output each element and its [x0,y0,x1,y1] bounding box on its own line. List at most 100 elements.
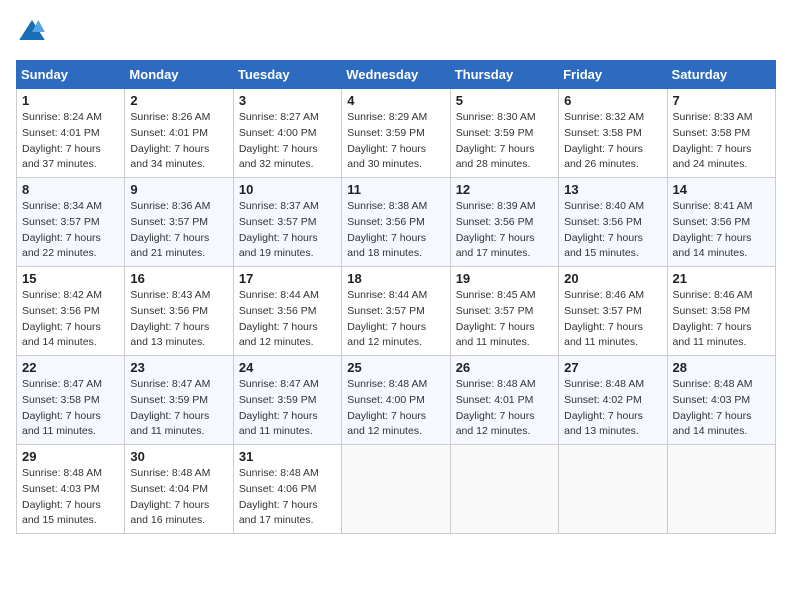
day-number: 18 [347,271,444,286]
calendar-cell: 24 Sunrise: 8:47 AM Sunset: 3:59 PM Dayl… [233,356,341,445]
day-detail: Sunrise: 8:44 AM Sunset: 3:56 PM Dayligh… [239,288,336,351]
day-detail: Sunrise: 8:47 AM Sunset: 3:59 PM Dayligh… [130,377,227,440]
day-number: 9 [130,182,227,197]
col-header-tuesday: Tuesday [233,61,341,89]
day-number: 11 [347,182,444,197]
day-detail: Sunrise: 8:41 AM Sunset: 3:56 PM Dayligh… [673,199,770,262]
day-detail: Sunrise: 8:24 AM Sunset: 4:01 PM Dayligh… [22,110,119,173]
col-header-sunday: Sunday [17,61,125,89]
calendar-week-row: 15 Sunrise: 8:42 AM Sunset: 3:56 PM Dayl… [17,267,776,356]
calendar-cell [559,445,667,534]
calendar-cell: 14 Sunrise: 8:41 AM Sunset: 3:56 PM Dayl… [667,178,775,267]
day-number: 20 [564,271,661,286]
day-detail: Sunrise: 8:48 AM Sunset: 4:04 PM Dayligh… [130,466,227,529]
calendar-cell: 19 Sunrise: 8:45 AM Sunset: 3:57 PM Dayl… [450,267,558,356]
day-number: 24 [239,360,336,375]
calendar-table: SundayMondayTuesdayWednesdayThursdayFrid… [16,60,776,534]
day-detail: Sunrise: 8:39 AM Sunset: 3:56 PM Dayligh… [456,199,553,262]
calendar-cell: 2 Sunrise: 8:26 AM Sunset: 4:01 PM Dayli… [125,89,233,178]
day-number: 14 [673,182,770,197]
day-detail: Sunrise: 8:48 AM Sunset: 4:01 PM Dayligh… [456,377,553,440]
day-number: 26 [456,360,553,375]
calendar-cell: 31 Sunrise: 8:48 AM Sunset: 4:06 PM Dayl… [233,445,341,534]
calendar-cell: 6 Sunrise: 8:32 AM Sunset: 3:58 PM Dayli… [559,89,667,178]
day-number: 2 [130,93,227,108]
day-detail: Sunrise: 8:47 AM Sunset: 3:58 PM Dayligh… [22,377,119,440]
day-number: 10 [239,182,336,197]
calendar-cell: 28 Sunrise: 8:48 AM Sunset: 4:03 PM Dayl… [667,356,775,445]
day-detail: Sunrise: 8:38 AM Sunset: 3:56 PM Dayligh… [347,199,444,262]
day-detail: Sunrise: 8:30 AM Sunset: 3:59 PM Dayligh… [456,110,553,173]
calendar-cell: 29 Sunrise: 8:48 AM Sunset: 4:03 PM Dayl… [17,445,125,534]
calendar-header-row: SundayMondayTuesdayWednesdayThursdayFrid… [17,61,776,89]
calendar-cell: 22 Sunrise: 8:47 AM Sunset: 3:58 PM Dayl… [17,356,125,445]
day-number: 12 [456,182,553,197]
day-number: 15 [22,271,119,286]
calendar-cell: 10 Sunrise: 8:37 AM Sunset: 3:57 PM Dayl… [233,178,341,267]
calendar-cell [342,445,450,534]
calendar-cell: 18 Sunrise: 8:44 AM Sunset: 3:57 PM Dayl… [342,267,450,356]
day-detail: Sunrise: 8:26 AM Sunset: 4:01 PM Dayligh… [130,110,227,173]
day-number: 27 [564,360,661,375]
calendar-cell: 27 Sunrise: 8:48 AM Sunset: 4:02 PM Dayl… [559,356,667,445]
calendar-cell: 5 Sunrise: 8:30 AM Sunset: 3:59 PM Dayli… [450,89,558,178]
day-detail: Sunrise: 8:48 AM Sunset: 4:00 PM Dayligh… [347,377,444,440]
day-number: 3 [239,93,336,108]
day-detail: Sunrise: 8:34 AM Sunset: 3:57 PM Dayligh… [22,199,119,262]
calendar-cell: 9 Sunrise: 8:36 AM Sunset: 3:57 PM Dayli… [125,178,233,267]
calendar-week-row: 1 Sunrise: 8:24 AM Sunset: 4:01 PM Dayli… [17,89,776,178]
day-number: 1 [22,93,119,108]
day-detail: Sunrise: 8:45 AM Sunset: 3:57 PM Dayligh… [456,288,553,351]
day-number: 30 [130,449,227,464]
day-detail: Sunrise: 8:40 AM Sunset: 3:56 PM Dayligh… [564,199,661,262]
calendar-cell: 25 Sunrise: 8:48 AM Sunset: 4:00 PM Dayl… [342,356,450,445]
day-number: 7 [673,93,770,108]
day-detail: Sunrise: 8:48 AM Sunset: 4:03 PM Dayligh… [673,377,770,440]
day-detail: Sunrise: 8:32 AM Sunset: 3:58 PM Dayligh… [564,110,661,173]
calendar-cell [667,445,775,534]
day-detail: Sunrise: 8:48 AM Sunset: 4:02 PM Dayligh… [564,377,661,440]
col-header-friday: Friday [559,61,667,89]
logo-icon [16,16,48,48]
calendar-cell: 12 Sunrise: 8:39 AM Sunset: 3:56 PM Dayl… [450,178,558,267]
col-header-thursday: Thursday [450,61,558,89]
calendar-cell: 13 Sunrise: 8:40 AM Sunset: 3:56 PM Dayl… [559,178,667,267]
calendar-cell: 17 Sunrise: 8:44 AM Sunset: 3:56 PM Dayl… [233,267,341,356]
day-detail: Sunrise: 8:44 AM Sunset: 3:57 PM Dayligh… [347,288,444,351]
calendar-cell: 8 Sunrise: 8:34 AM Sunset: 3:57 PM Dayli… [17,178,125,267]
col-header-monday: Monday [125,61,233,89]
day-number: 21 [673,271,770,286]
day-detail: Sunrise: 8:46 AM Sunset: 3:57 PM Dayligh… [564,288,661,351]
calendar-cell [450,445,558,534]
day-number: 5 [456,93,553,108]
day-number: 28 [673,360,770,375]
day-number: 6 [564,93,661,108]
day-detail: Sunrise: 8:27 AM Sunset: 4:00 PM Dayligh… [239,110,336,173]
day-number: 29 [22,449,119,464]
day-number: 16 [130,271,227,286]
day-number: 19 [456,271,553,286]
calendar-cell: 30 Sunrise: 8:48 AM Sunset: 4:04 PM Dayl… [125,445,233,534]
col-header-wednesday: Wednesday [342,61,450,89]
day-detail: Sunrise: 8:29 AM Sunset: 3:59 PM Dayligh… [347,110,444,173]
day-number: 4 [347,93,444,108]
calendar-cell: 7 Sunrise: 8:33 AM Sunset: 3:58 PM Dayli… [667,89,775,178]
day-detail: Sunrise: 8:48 AM Sunset: 4:06 PM Dayligh… [239,466,336,529]
day-detail: Sunrise: 8:33 AM Sunset: 3:58 PM Dayligh… [673,110,770,173]
day-number: 22 [22,360,119,375]
calendar-week-row: 29 Sunrise: 8:48 AM Sunset: 4:03 PM Dayl… [17,445,776,534]
calendar-week-row: 8 Sunrise: 8:34 AM Sunset: 3:57 PM Dayli… [17,178,776,267]
calendar-week-row: 22 Sunrise: 8:47 AM Sunset: 3:58 PM Dayl… [17,356,776,445]
day-detail: Sunrise: 8:48 AM Sunset: 4:03 PM Dayligh… [22,466,119,529]
logo [16,16,52,48]
calendar-cell: 3 Sunrise: 8:27 AM Sunset: 4:00 PM Dayli… [233,89,341,178]
calendar-cell: 11 Sunrise: 8:38 AM Sunset: 3:56 PM Dayl… [342,178,450,267]
day-number: 13 [564,182,661,197]
calendar-cell: 16 Sunrise: 8:43 AM Sunset: 3:56 PM Dayl… [125,267,233,356]
day-number: 31 [239,449,336,464]
calendar-cell: 15 Sunrise: 8:42 AM Sunset: 3:56 PM Dayl… [17,267,125,356]
day-number: 23 [130,360,227,375]
day-detail: Sunrise: 8:42 AM Sunset: 3:56 PM Dayligh… [22,288,119,351]
day-number: 17 [239,271,336,286]
calendar-cell: 4 Sunrise: 8:29 AM Sunset: 3:59 PM Dayli… [342,89,450,178]
